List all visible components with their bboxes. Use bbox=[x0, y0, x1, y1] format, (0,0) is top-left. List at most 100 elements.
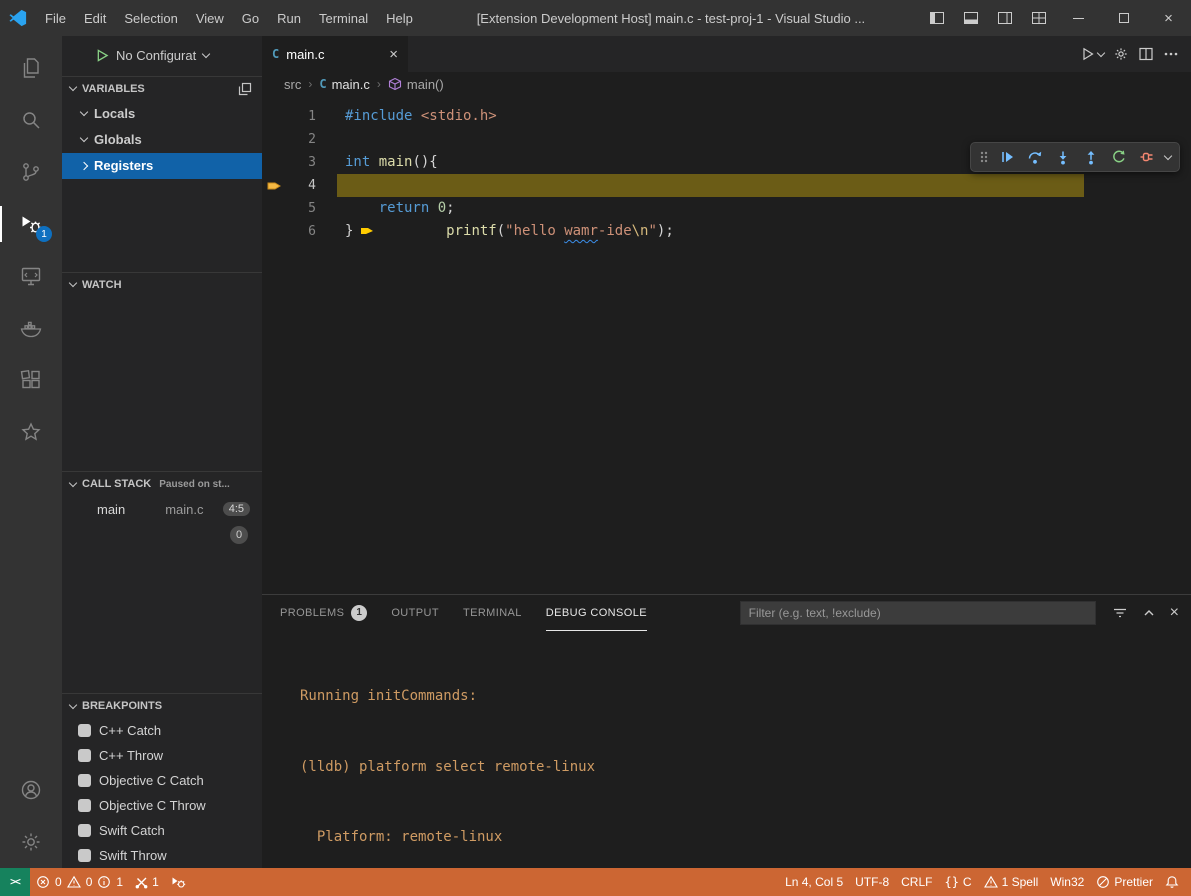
debug-status-button[interactable] bbox=[165, 868, 192, 896]
scope-locals[interactable]: Locals bbox=[62, 101, 262, 127]
scope-globals[interactable]: Globals bbox=[62, 127, 262, 153]
tab-debug-console[interactable]: DEBUG CONSOLE bbox=[546, 595, 647, 631]
menu-run[interactable]: Run bbox=[268, 0, 310, 36]
chevron-down-icon bbox=[69, 279, 77, 287]
glyph-margin[interactable] bbox=[262, 220, 286, 243]
activity-docker-button[interactable] bbox=[0, 302, 62, 354]
watch-section-header[interactable]: WATCH bbox=[62, 273, 262, 297]
activity-account-button[interactable] bbox=[0, 764, 62, 816]
bug-play-icon bbox=[171, 875, 186, 889]
maximize-button[interactable] bbox=[1101, 0, 1146, 36]
panel-header: PROBLEMS 1 OUTPUT TERMINAL DEBUG CONSOLE… bbox=[262, 595, 1191, 631]
checkbox-unchecked-icon[interactable] bbox=[78, 724, 91, 737]
menu-help[interactable]: Help bbox=[377, 0, 422, 36]
tab-problems[interactable]: PROBLEMS 1 bbox=[280, 595, 367, 631]
close-button[interactable]: × bbox=[1146, 0, 1191, 36]
menu-selection[interactable]: Selection bbox=[115, 0, 186, 36]
activity-explorer-button[interactable] bbox=[0, 42, 62, 94]
filter-lines-icon[interactable] bbox=[1112, 605, 1128, 621]
activity-search-button[interactable] bbox=[0, 94, 62, 146]
menu-terminal[interactable]: Terminal bbox=[310, 0, 377, 36]
step-into-button[interactable] bbox=[1050, 144, 1076, 170]
breakpoint-objc-throw[interactable]: Objective C Throw bbox=[62, 793, 262, 818]
thread-row[interactable]: 0 bbox=[62, 522, 262, 548]
code-line-1[interactable]: 1 #include <stdio.h> bbox=[262, 105, 1191, 128]
code-line-6[interactable]: 6 } bbox=[262, 220, 1191, 243]
stack-frame-row[interactable]: main main.c 4:5 bbox=[62, 496, 262, 522]
breadcrumb-file[interactable]: C main.c bbox=[319, 77, 370, 92]
checkbox-unchecked-icon[interactable] bbox=[78, 799, 91, 812]
collapse-all-icon[interactable] bbox=[238, 82, 252, 96]
remote-indicator[interactable]: >< bbox=[0, 868, 30, 896]
breakpoint-cpp-throw[interactable]: C++ Throw bbox=[62, 743, 262, 768]
glyph-margin[interactable] bbox=[262, 197, 286, 220]
frame-location-badge: 4:5 bbox=[223, 502, 250, 516]
console-filter-input[interactable] bbox=[740, 601, 1096, 625]
continue-button[interactable] bbox=[994, 144, 1020, 170]
glyph-margin[interactable] bbox=[262, 105, 286, 128]
step-out-button[interactable] bbox=[1078, 144, 1104, 170]
customize-layout-button[interactable] bbox=[1022, 0, 1056, 36]
activity-settings-button[interactable] bbox=[0, 816, 62, 868]
breadcrumb-separator-icon: › bbox=[308, 77, 312, 91]
split-editor-button[interactable] bbox=[1138, 46, 1154, 62]
restart-button[interactable] bbox=[1106, 144, 1132, 170]
variables-section-header[interactable]: VARIABLES bbox=[62, 77, 262, 101]
chevron-down-icon[interactable] bbox=[1162, 156, 1174, 159]
step-over-button[interactable] bbox=[1022, 144, 1048, 170]
breadcrumb-src[interactable]: src bbox=[284, 77, 301, 92]
menu-file[interactable]: File bbox=[36, 0, 75, 36]
toggle-sidebar-button[interactable] bbox=[920, 0, 954, 36]
toggle-secondary-sidebar-button[interactable] bbox=[988, 0, 1022, 36]
glyph-margin[interactable] bbox=[262, 174, 286, 197]
menu-go[interactable]: Go bbox=[233, 0, 268, 36]
activity-source-control-button[interactable] bbox=[0, 146, 62, 198]
tab-main-c[interactable]: C main.c × bbox=[262, 36, 408, 72]
tab-terminal[interactable]: TERMINAL bbox=[463, 595, 522, 631]
glyph-margin[interactable] bbox=[262, 128, 286, 151]
activity-debug-button[interactable]: 1 bbox=[0, 198, 62, 250]
problems-status[interactable]: 0 0 1 bbox=[30, 868, 129, 896]
disconnect-button[interactable] bbox=[1134, 144, 1160, 170]
breakpoint-swift-throw[interactable]: Swift Throw bbox=[62, 843, 262, 868]
chevron-up-icon[interactable] bbox=[1142, 606, 1156, 620]
start-debug-icon[interactable] bbox=[96, 49, 109, 62]
activity-extensions-button[interactable] bbox=[0, 354, 62, 406]
breakpoint-objc-catch[interactable]: Objective C Catch bbox=[62, 768, 262, 793]
code-line-5[interactable]: 5 return 0; bbox=[262, 197, 1191, 220]
launch-settings-button[interactable] bbox=[1113, 46, 1129, 62]
code-editor[interactable]: 1 #include <stdio.h> 2 3 int main(){ 4 bbox=[262, 96, 1191, 594]
scope-registers[interactable]: Registers bbox=[62, 153, 262, 179]
debug-sessions-badge: 1 bbox=[36, 226, 52, 242]
breakpoint-swift-catch[interactable]: Swift Catch bbox=[62, 818, 262, 843]
run-or-debug-button[interactable] bbox=[1080, 46, 1104, 62]
c-language-icon: C bbox=[319, 77, 326, 91]
line-number: 2 bbox=[286, 128, 316, 151]
minimize-button[interactable] bbox=[1056, 0, 1101, 36]
menu-edit[interactable]: Edit bbox=[75, 0, 115, 36]
checkbox-unchecked-icon[interactable] bbox=[78, 824, 91, 837]
breakpoints-section-header[interactable]: BREAKPOINTS bbox=[62, 694, 262, 718]
more-actions-button[interactable] bbox=[1163, 46, 1179, 62]
checkbox-unchecked-icon[interactable] bbox=[78, 849, 91, 862]
ellipsis-icon bbox=[1163, 46, 1179, 62]
activity-remote-explorer-button[interactable] bbox=[0, 250, 62, 302]
drag-handle-icon[interactable] bbox=[976, 144, 992, 170]
toggle-panel-button[interactable] bbox=[954, 0, 988, 36]
checkbox-unchecked-icon[interactable] bbox=[78, 749, 91, 762]
menu-view[interactable]: View bbox=[187, 0, 233, 36]
chevron-down-icon bbox=[202, 50, 210, 58]
tab-output[interactable]: OUTPUT bbox=[391, 595, 439, 631]
activity-star-button[interactable] bbox=[0, 406, 62, 458]
code-line-4[interactable]: 4 printf("hello wamr-ide\n"); bbox=[262, 174, 1191, 197]
breakpoint-cpp-catch[interactable]: C++ Catch bbox=[62, 718, 262, 743]
tools-status[interactable]: 1 bbox=[129, 868, 165, 896]
tab-close-icon[interactable]: × bbox=[389, 46, 398, 63]
call-stack-section-header[interactable]: CALL STACK Paused on st... bbox=[62, 472, 262, 496]
glyph-margin[interactable] bbox=[262, 151, 286, 174]
close-panel-icon[interactable]: × bbox=[1170, 604, 1179, 622]
breadcrumb-symbol[interactable]: main() bbox=[388, 77, 444, 92]
checkbox-unchecked-icon[interactable] bbox=[78, 774, 91, 787]
debug-config-dropdown[interactable]: No Configurat bbox=[116, 48, 196, 63]
window-controls: × bbox=[920, 0, 1191, 36]
